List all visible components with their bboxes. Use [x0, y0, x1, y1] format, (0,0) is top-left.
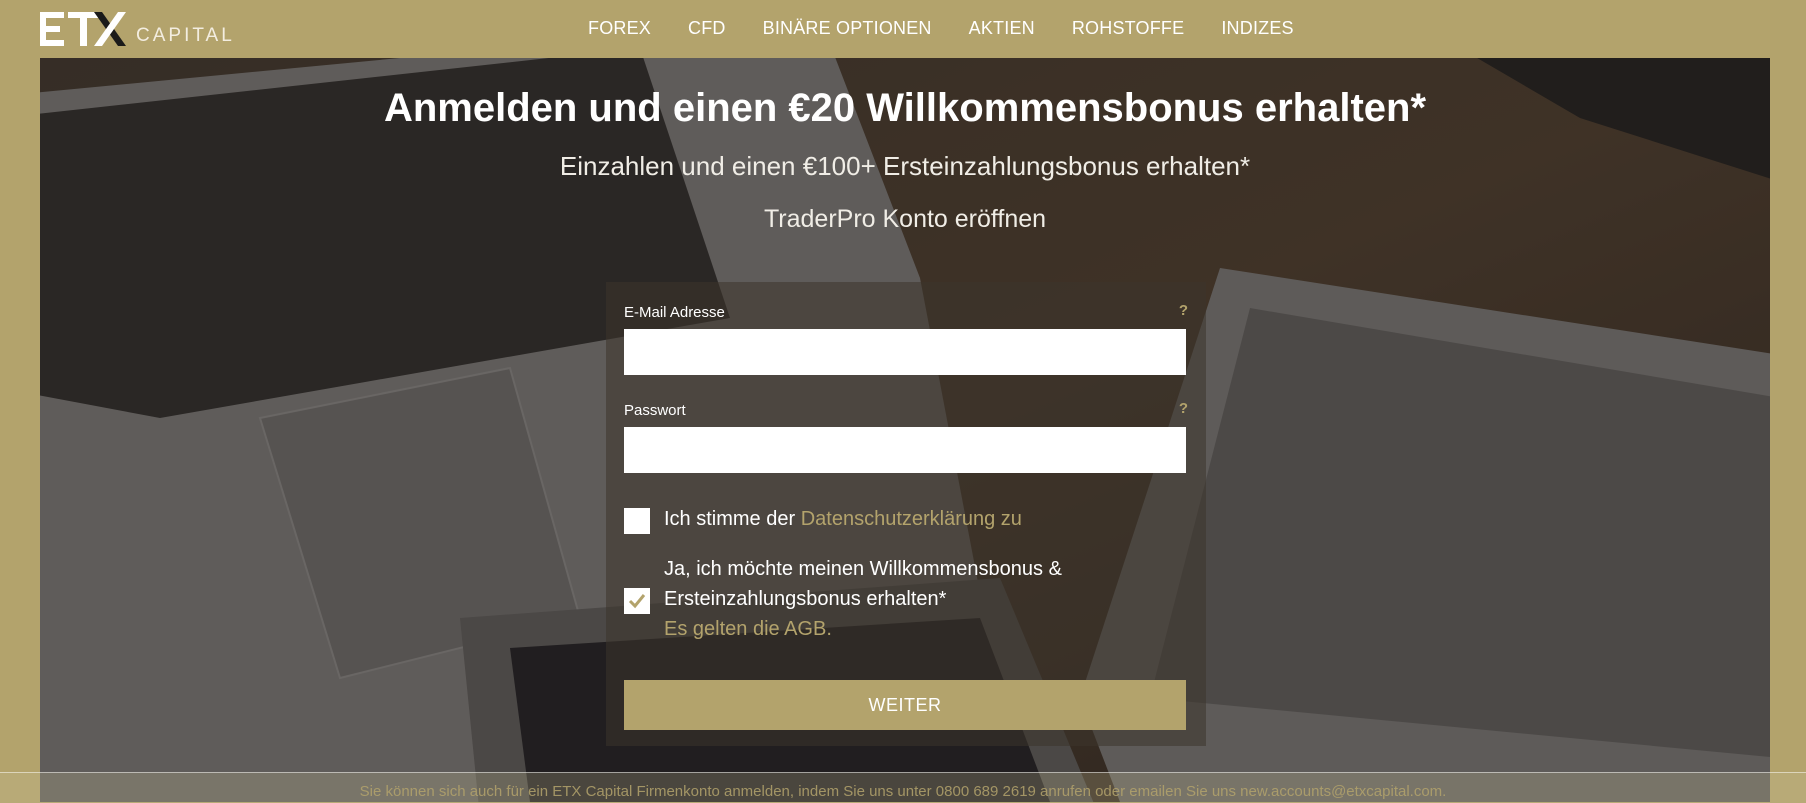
nav-indices[interactable]: INDIZES [1221, 18, 1293, 39]
business-account-note: Sie können sich auch für ein ETX Capital… [359, 783, 1447, 800]
terms-link[interactable]: Es gelten die AGB. [664, 618, 832, 640]
bonus-checkbox[interactable] [624, 588, 650, 614]
main-nav: FOREX CFD BINÄRE OPTIONEN AKTIEN ROHSTOF… [588, 0, 1331, 56]
etx-capital-logo[interactable]: CAPITAL [40, 8, 235, 50]
privacy-checkbox[interactable] [624, 508, 650, 534]
hero-title: Anmelden und einen €20 Willkommensbonus … [383, 86, 1427, 130]
privacy-consent-text: Ich stimme der Datenschutzerklärung zu [664, 504, 1022, 534]
email-help-icon[interactable]: ? [1179, 302, 1188, 319]
logo-capital-text: CAPITAL [136, 25, 235, 46]
top-header: CAPITAL FOREX CFD BINÄRE OPTIONEN AKTIEN… [0, 0, 1806, 58]
nav-stocks[interactable]: AKTIEN [969, 18, 1035, 39]
bonus-line-2: Ersteinzahlungsbonus erhalten* [664, 588, 947, 610]
checkmark-icon [628, 594, 646, 609]
bonus-line-1: Ja, ich möchte meinen Willkommensbonus & [664, 558, 1062, 580]
email-label: E-Mail Adresse [624, 304, 725, 321]
password-label: Passwort [624, 402, 686, 419]
bottom-info-bar: Sie können sich auch für ein ETX Capital… [0, 772, 1806, 803]
privacy-prefix: Ich stimme der [664, 508, 801, 530]
password-field[interactable] [624, 427, 1186, 473]
privacy-policy-link[interactable]: Datenschutzerklärung zu [801, 508, 1022, 530]
hero-section: Anmelden und einen €20 Willkommensbonus … [40, 58, 1770, 802]
submit-button[interactable]: WEITER [624, 680, 1186, 730]
nav-forex[interactable]: FOREX [588, 18, 651, 39]
hero-subtitle: Einzahlen und einen €100+ Ersteinzahlung… [559, 151, 1251, 181]
nav-cfd[interactable]: CFD [688, 18, 726, 39]
nav-commodities[interactable]: ROHSTOFFE [1072, 18, 1184, 39]
etx-logo-mark [40, 12, 126, 46]
signup-form: E-Mail Adresse ? Passwort ? Ich stimme d… [606, 282, 1206, 746]
email-field[interactable] [624, 329, 1186, 375]
account-type-heading: TraderPro Konto eröffnen [763, 205, 1047, 233]
password-help-icon[interactable]: ? [1179, 400, 1188, 417]
nav-binary-options[interactable]: BINÄRE OPTIONEN [763, 18, 932, 39]
bonus-consent-text: Ja, ich möchte meinen Willkommensbonus &… [664, 554, 1062, 644]
